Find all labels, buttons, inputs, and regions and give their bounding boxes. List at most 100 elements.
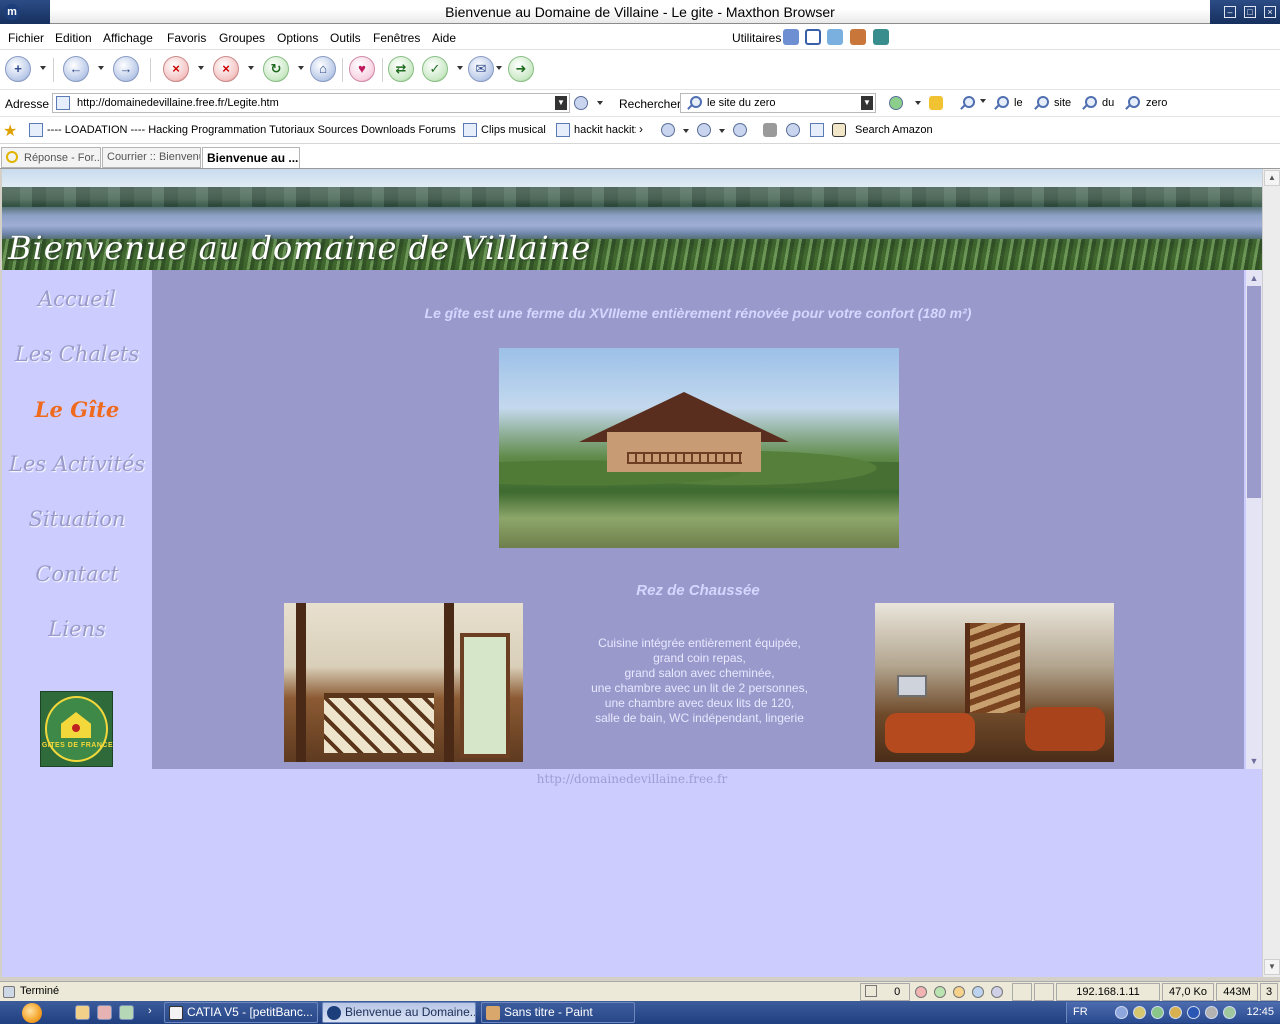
gites-de-france-logo[interactable]: GITES DE FRANCE [40,691,113,767]
tray-pencil-icon[interactable] [1133,1006,1146,1019]
nav-contact[interactable]: Contact [2,562,152,586]
go-dropdown-icon[interactable] [597,101,603,105]
tray-bluetooth-icon[interactable] [1187,1006,1200,1019]
menu-fenetres[interactable]: Fenêtres [373,31,420,45]
utility-notepad-icon[interactable] [827,29,843,45]
maximize-icon[interactable]: □ [1244,6,1256,18]
search-dropdown-icon[interactable]: ▼ [861,96,873,110]
minimize-icon[interactable]: – [1224,6,1236,18]
utilities-label[interactable]: Utilitaires [732,31,781,45]
status-blue-icon[interactable] [972,986,984,998]
scroll-down-icon[interactable]: ▼ [1246,753,1262,769]
start-menu-icon[interactable] [22,1003,42,1023]
nav-liens[interactable]: Liens [2,617,152,641]
link-clips-musical[interactable]: Clips musical [481,124,546,136]
back-icon[interactable]: ← [63,56,89,82]
tray-drive-icon[interactable] [1205,1006,1218,1019]
forward-icon[interactable]: → [113,56,139,82]
menu-outils[interactable]: Outils [330,31,361,45]
taskbar-button-catia[interactable]: CATIA V5 - [petitBanc... [164,1002,318,1023]
nav-accueil[interactable]: Accueil [2,287,152,311]
quicklaunch-app-icon[interactable] [97,1005,112,1020]
search-input[interactable]: le site du zero ▼ [680,93,876,113]
scroll-up-icon[interactable]: ▲ [1264,170,1280,186]
popup-counter[interactable]: 0 [860,983,910,1001]
link-search-amazon[interactable]: Search Amazon [855,124,933,136]
menu-affichage[interactable]: Affichage [103,31,153,45]
stop-dropdown-icon[interactable] [248,66,254,70]
plugin-frame-icon[interactable] [810,123,824,137]
tab-courrier[interactable]: Courrier :: Bienvenu [102,147,201,168]
stop-icon[interactable]: × [213,56,239,82]
plugin-compass-icon[interactable] [786,123,800,137]
address-input[interactable]: http://domainedevillaine.free.fr/Legite.… [52,93,570,113]
menu-options[interactable]: Options [277,31,318,45]
taskbar-button-paint[interactable]: Sans titre - Paint [481,1002,635,1023]
favorites-heart-icon[interactable]: ♥ [349,56,375,82]
plugin-dropdown-icon[interactable] [683,129,689,133]
nav-le-gite[interactable]: Le Gîte [2,397,152,422]
nav-les-activites[interactable]: Les Activités [2,452,152,476]
new-tab-icon[interactable]: + [5,56,31,82]
status-orange-icon[interactable] [953,986,965,998]
search-options-dropdown-icon[interactable] [980,99,986,103]
address-dropdown-icon[interactable]: ▼ [555,96,567,110]
highlight-icon[interactable] [929,96,943,110]
plugin-plus-icon[interactable] [697,123,711,137]
link-loadation[interactable]: ---- LOADATION ---- Hacking Programmatio… [47,124,456,136]
search-options-icon[interactable] [959,96,975,110]
close-tab-icon[interactable]: × [163,56,189,82]
status-red-icon[interactable] [915,986,927,998]
more-links-chevron-icon[interactable]: › [639,122,643,136]
favorites-star-icon[interactable]: ★ [3,121,17,141]
taskbar-button-maxthon[interactable]: Bienvenue au Domaine... [322,1002,476,1023]
scroll-up-icon[interactable]: ▲ [1246,270,1262,286]
address-url[interactable]: http://domainedevillaine.free.fr/Legite.… [77,97,279,109]
search-engine-icon[interactable] [889,96,903,110]
quicklaunch-paint-icon[interactable] [119,1005,134,1020]
close-icon[interactable]: × [1264,6,1276,18]
menu-aide[interactable]: Aide [432,31,456,45]
page-scrollbar[interactable]: ▲ ▼ [1262,169,1280,977]
refresh-dropdown-icon[interactable] [298,66,304,70]
sync-icon[interactable]: ⇄ [388,56,414,82]
link-hackit[interactable]: hackit hackit: [574,124,636,136]
plugin-circle-icon[interactable] [661,123,675,137]
nav-situation[interactable]: Situation [2,507,152,531]
go-icon[interactable] [574,96,588,110]
menu-fichier[interactable]: Fichier [8,31,44,45]
footer-url[interactable]: http://domainedevillaine.free.fr [2,772,1262,786]
utility-window-icon[interactable] [805,29,821,45]
tab-reponse-forum[interactable]: Réponse - For... [1,147,101,168]
utility-balloon-icon[interactable] [783,29,799,45]
scroll-down-icon[interactable]: ▼ [1264,959,1280,975]
refresh-icon[interactable]: ↻ [263,56,289,82]
search-engine-dropdown-icon[interactable] [915,101,921,105]
plugin-tools-icon[interactable] [763,123,777,137]
menu-favoris[interactable]: Favoris [167,31,206,45]
tab-bienvenue[interactable]: Bienvenue au ... [202,147,300,168]
history-icon[interactable]: ✓ [422,56,448,82]
tray-volume-icon[interactable] [1223,1006,1236,1019]
keyword-le[interactable]: le [1014,97,1023,109]
history-dropdown-icon[interactable] [457,66,463,70]
language-indicator[interactable]: FR [1073,1006,1088,1018]
keyword-site[interactable]: site [1054,97,1071,109]
search-value[interactable]: le site du zero [707,97,775,109]
utility-gear-icon[interactable] [873,29,889,45]
quicklaunch-clock-icon[interactable] [75,1005,90,1020]
scrollbar-thumb[interactable] [1247,286,1261,498]
plugin-dropdown-icon[interactable] [719,129,725,133]
exit-icon[interactable]: ➜ [508,56,534,82]
tray-maxthon-icon[interactable] [1115,1006,1128,1019]
home-icon[interactable]: ⌂ [310,56,336,82]
quicklaunch-more-icon[interactable]: › [148,1005,152,1017]
nav-les-chalets[interactable]: Les Chalets [2,342,152,366]
menu-edition[interactable]: Edition [55,31,92,45]
keyword-zero[interactable]: zero [1146,97,1167,109]
content-scrollbar[interactable]: ▲ ▼ [1246,270,1262,769]
tray-network-icon[interactable] [1151,1006,1164,1019]
utility-brush-icon[interactable] [850,29,866,45]
back-dropdown-icon[interactable] [98,66,104,70]
status-purple-icon[interactable] [991,986,1003,998]
